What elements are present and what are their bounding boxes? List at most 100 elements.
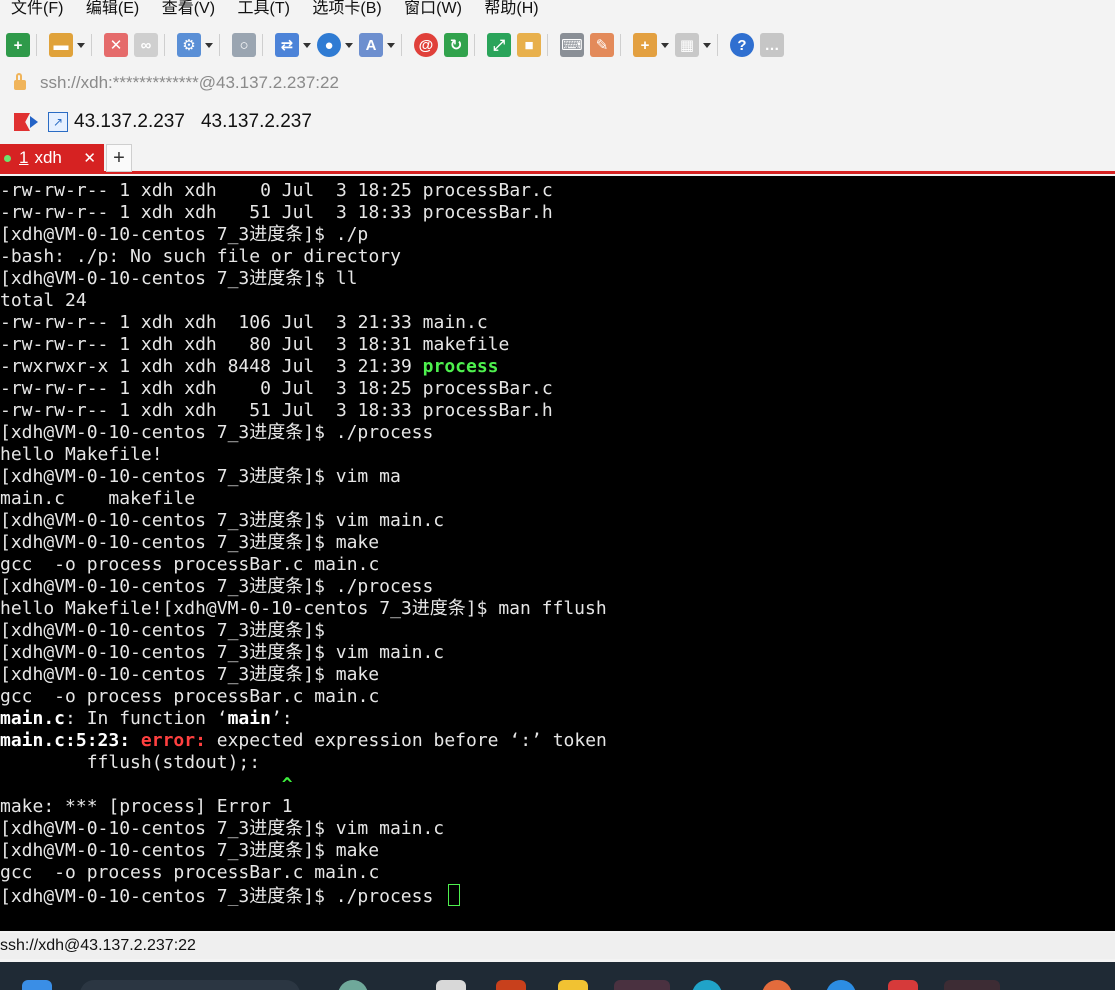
terminal-line: hello Makefile![xdh@VM-0-10-centos 7_3进度… [0,598,607,619]
taskbar-app-icon[interactable] [762,980,792,990]
toolbar-separator [401,34,402,56]
taskbar-app-icon[interactable] [692,980,722,990]
transfer-icon[interactable]: ⇄ [275,33,299,57]
terminal-line: [xdh@VM-0-10-centos 7_3进度条]$ ./process [0,422,434,443]
layout-icon[interactable]: ▦ [675,33,699,57]
error-caret: ^ [0,774,293,795]
taskbar-app-icon[interactable] [338,980,368,990]
terminal-prompt-line: [xdh@VM-0-10-centos 7_3进度条]$ ./process [0,884,1115,906]
xshell-sync-icon[interactable]: ↻ [444,33,468,57]
chevron-down-icon[interactable] [661,42,669,48]
address-bar[interactable]: ssh://xdh:*************@43.137.2.237:22 [0,66,1115,100]
chevron-down-icon[interactable] [205,42,213,48]
tab-title: xdh [34,148,62,167]
disconnect-icon[interactable]: ✕ [104,33,128,57]
terminal-line: [xdh@VM-0-10-centos 7_3进度条]$ ./process [0,576,434,597]
terminal-line: make: *** [process] Error 1 [0,796,293,817]
new-tab-button[interactable]: + [106,144,132,172]
error-space [130,730,141,751]
error-label: error: [140,730,206,751]
toolbar: + ▬ ✕ ∞ ⚙ ○ ⇄ ● A @ ↻ ⤢ ■ ⌨ ✎ + ▦ ? … [0,28,1115,62]
terminal-line: gcc -o process processBar.c main.c [0,862,380,883]
close-icon[interactable]: ✕ [83,149,96,167]
diag-text: : In function ‘ [65,708,228,729]
terminal-line: hello Makefile! [0,444,163,465]
terminal-line: main.c makefile [0,488,196,509]
chevron-down-icon[interactable] [303,42,311,48]
menu-file[interactable]: 文件(F) [11,1,63,17]
arrow-right-icon [30,116,38,128]
taskbar-search-box[interactable] [80,980,300,990]
error-message: expected expression before ‘:’ token [205,730,607,751]
taskbar-app-icon[interactable] [614,980,670,990]
chevron-down-icon[interactable] [703,42,711,48]
search-icon[interactable]: ○ [232,33,256,57]
address-text[interactable]: ssh://xdh:*************@43.137.2.237:22 [40,73,339,93]
terminal-line: [xdh@VM-0-10-centos 7_3进度条]$ vim main.c [0,818,445,839]
terminal-line: -bash: ./p: No such file or directory [0,246,401,267]
os-taskbar [0,962,1115,990]
terminal-line-prefix: -rwxrwxr-x 1 xdh xdh 8448 Jul 3 21:39 [0,356,423,377]
font-icon[interactable]: A [359,33,383,57]
chevron-down-icon[interactable] [345,42,353,48]
taskbar-app-icon[interactable] [944,980,1000,990]
tab-bar: 1 xdh ✕ + [0,144,1115,174]
terminal-line: fflush(stdout);: [0,752,261,773]
lock-icon [14,73,26,90]
terminal-line: [xdh@VM-0-10-centos 7_3进度条]$ vim ma [0,466,401,487]
diag-text-end: ’: [270,708,293,729]
terminal-line: [xdh@VM-0-10-centos 7_3进度条]$ make [0,664,380,685]
lock-icon[interactable]: ■ [517,33,541,57]
comment-icon[interactable]: … [760,33,784,57]
properties-icon[interactable]: ⚙ [177,33,201,57]
tab-xdh[interactable]: 1 xdh ✕ [0,144,104,172]
terminal-line: -rwxrwxr-x 1 xdh xdh 8448 Jul 3 21:39 pr… [0,356,1115,378]
toolbar-separator [262,34,263,56]
terminal-line: -rw-rw-r-- 1 xdh xdh 0 Jul 3 18:25 proce… [0,180,553,201]
terminal-output[interactable]: -rw-rw-r-- 1 xdh xdh 0 Jul 3 18:25 proce… [0,176,1115,931]
terminal-line: [xdh@VM-0-10-centos 7_3进度条]$ vim main.c [0,642,445,663]
taskbar-app-icon[interactable] [496,980,526,990]
terminal-line: [xdh@VM-0-10-centos 7_3进度条]$ make [0,840,380,861]
error-location: main.c:5:23: [0,730,131,751]
terminal-line: -rw-rw-r-- 1 xdh xdh 0 Jul 3 18:25 proce… [0,378,553,399]
open-folder-icon[interactable]: ▬ [49,33,73,57]
fullscreen-icon[interactable]: ⤢ [487,33,511,57]
add-folder-icon[interactable]: + [633,33,657,57]
menu-tabs[interactable]: 选项卡(B) [312,1,381,17]
bookmark-host[interactable]: 43.137.2.237 [74,111,185,133]
start-icon[interactable] [22,980,52,990]
menu-view[interactable]: 查看(V) [162,1,215,17]
keyboard-icon[interactable]: ⌨ [560,33,584,57]
help-icon[interactable]: ? [730,33,754,57]
reconnect-icon[interactable]: ∞ [134,33,158,57]
status-connection: ssh://xdh@43.137.2.237:22 [0,937,196,954]
bookmark-flag-icon[interactable] [14,113,30,131]
taskbar-app-icon[interactable] [826,980,856,990]
tab-number: 1 [19,148,29,167]
menu-edit[interactable]: 编辑(E) [86,1,139,17]
terminal-line: [xdh@VM-0-10-centos 7_3进度条]$ ./p [0,224,369,245]
compiler-diagnostic: main.c: In function ‘main’: [0,708,1115,730]
globe-icon[interactable]: ● [317,33,341,57]
terminal-line: -rw-rw-r-- 1 xdh xdh 80 Jul 3 18:31 make… [0,334,510,355]
terminal-line: total 24 [0,290,87,311]
menu-tools[interactable]: 工具(T) [237,1,289,17]
terminal-line: [xdh@VM-0-10-centos 7_3进度条]$ make [0,532,380,553]
bookmark-label[interactable]: 43.137.2.237 [201,111,312,133]
bookmark-bar: ↗ 43.137.2.237 43.137.2.237 [0,104,1115,140]
toolbar-separator [620,34,621,56]
taskbar-app-icon[interactable] [888,980,918,990]
new-session-icon[interactable]: + [6,33,30,57]
menu-window[interactable]: 窗口(W) [404,1,462,17]
chevron-down-icon[interactable] [387,42,395,48]
chevron-down-icon[interactable] [77,42,85,48]
taskbar-app-icon[interactable] [436,980,466,990]
terminal-cursor[interactable] [448,884,461,906]
toolbar-separator [717,34,718,56]
taskbar-folder-icon[interactable] [558,980,588,990]
terminal-line: -rw-rw-r-- 1 xdh xdh 106 Jul 3 21:33 mai… [0,312,488,333]
highlight-pen-icon[interactable]: ✎ [590,33,614,57]
xftp-icon[interactable]: @ [414,33,438,57]
menu-help[interactable]: 帮助(H) [484,1,538,17]
